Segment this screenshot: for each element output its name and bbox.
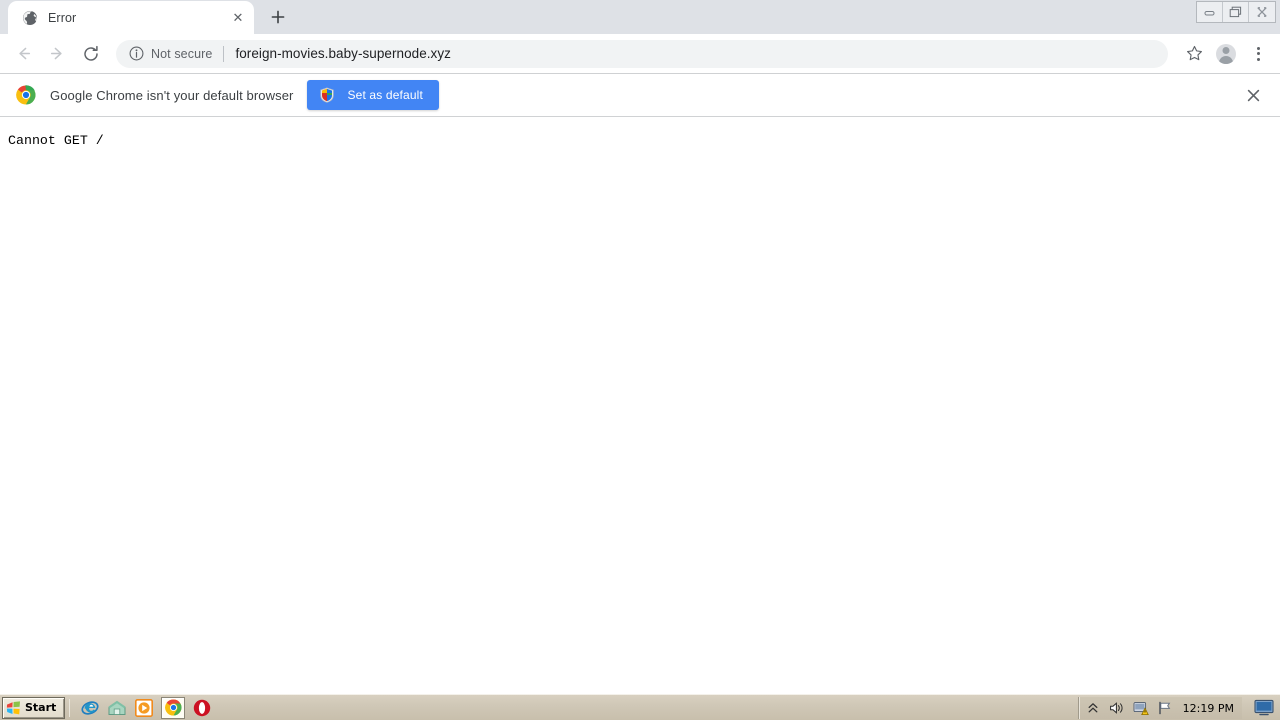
minimize-button[interactable]	[1197, 2, 1223, 22]
restore-button[interactable]	[1223, 2, 1249, 22]
start-label: Start	[25, 701, 57, 714]
quick-launch-bar	[80, 696, 212, 719]
url-text: foreign-movies.baby-supernode.xyz	[235, 46, 451, 61]
avatar	[1216, 43, 1236, 64]
new-tab-button[interactable]	[264, 3, 292, 31]
window-controls	[1196, 1, 1276, 23]
tab-error[interactable]: Error ✕	[8, 1, 254, 34]
volume-icon[interactable]	[1109, 701, 1125, 716]
windows-shield-icon	[319, 87, 335, 103]
google-chrome-icon[interactable]	[161, 696, 186, 719]
security-status-text: Not secure	[151, 46, 213, 61]
tab-strip: Error ✕	[0, 0, 1280, 34]
profile-avatar[interactable]	[1212, 40, 1240, 68]
set-as-default-button[interactable]: Set as default	[307, 80, 439, 110]
opera-icon[interactable]	[192, 698, 212, 718]
info-circle-icon[interactable]	[128, 46, 144, 62]
flag-icon[interactable]	[1157, 701, 1173, 716]
internet-explorer-icon[interactable]	[80, 698, 100, 718]
show-desktop-icon[interactable]	[107, 698, 127, 718]
show-hidden-icons-icon[interactable]	[1085, 701, 1101, 716]
browser-toolbar: Not secure foreign-movies.baby-supernode…	[0, 34, 1280, 74]
chrome-menu-button[interactable]	[1244, 40, 1272, 68]
page-body-text: Cannot GET /	[8, 133, 104, 148]
three-dot-menu-icon	[1256, 46, 1260, 61]
reload-button[interactable]	[76, 39, 106, 69]
chrome-browser-window: Error ✕ Not secure foreign-movies.baby-s…	[0, 0, 1280, 694]
page-viewport: Cannot GET / ANY RUN	[0, 117, 1280, 694]
infobar-message: Google Chrome isn't your default browser	[50, 87, 294, 103]
chrome-logo-icon	[16, 85, 36, 105]
default-browser-infobar: Google Chrome isn't your default browser…	[0, 74, 1280, 117]
omnibox[interactable]: Not secure foreign-movies.baby-supernode…	[116, 39, 1168, 68]
omnibox-divider	[223, 45, 225, 62]
globe-icon	[22, 10, 38, 26]
system-tray: 12:19 PM	[1077, 697, 1242, 719]
close-button[interactable]	[1249, 2, 1275, 22]
tab-title: Error	[48, 10, 77, 25]
bookmark-star-icon[interactable]	[1180, 40, 1208, 68]
start-button[interactable]: Start	[2, 696, 66, 719]
windows-taskbar: Start 12:19 PM	[0, 694, 1280, 720]
taskbar-divider	[69, 698, 71, 717]
forward-button[interactable]	[42, 39, 72, 69]
security-alert-icon[interactable]	[1133, 701, 1149, 716]
set-as-default-label: Set as default	[347, 88, 423, 102]
tab-close-button[interactable]: ✕	[228, 8, 248, 28]
windows-flag-icon	[6, 700, 21, 715]
screen: Error ✕ Not secure foreign-movies.baby-s…	[0, 0, 1280, 720]
back-button[interactable]	[8, 39, 38, 69]
infobar-close-button[interactable]	[1242, 84, 1264, 106]
monitor-icon[interactable]	[1254, 699, 1274, 716]
taskbar-clock[interactable]: 12:19 PM	[1183, 702, 1234, 715]
media-player-icon[interactable]	[134, 698, 154, 718]
